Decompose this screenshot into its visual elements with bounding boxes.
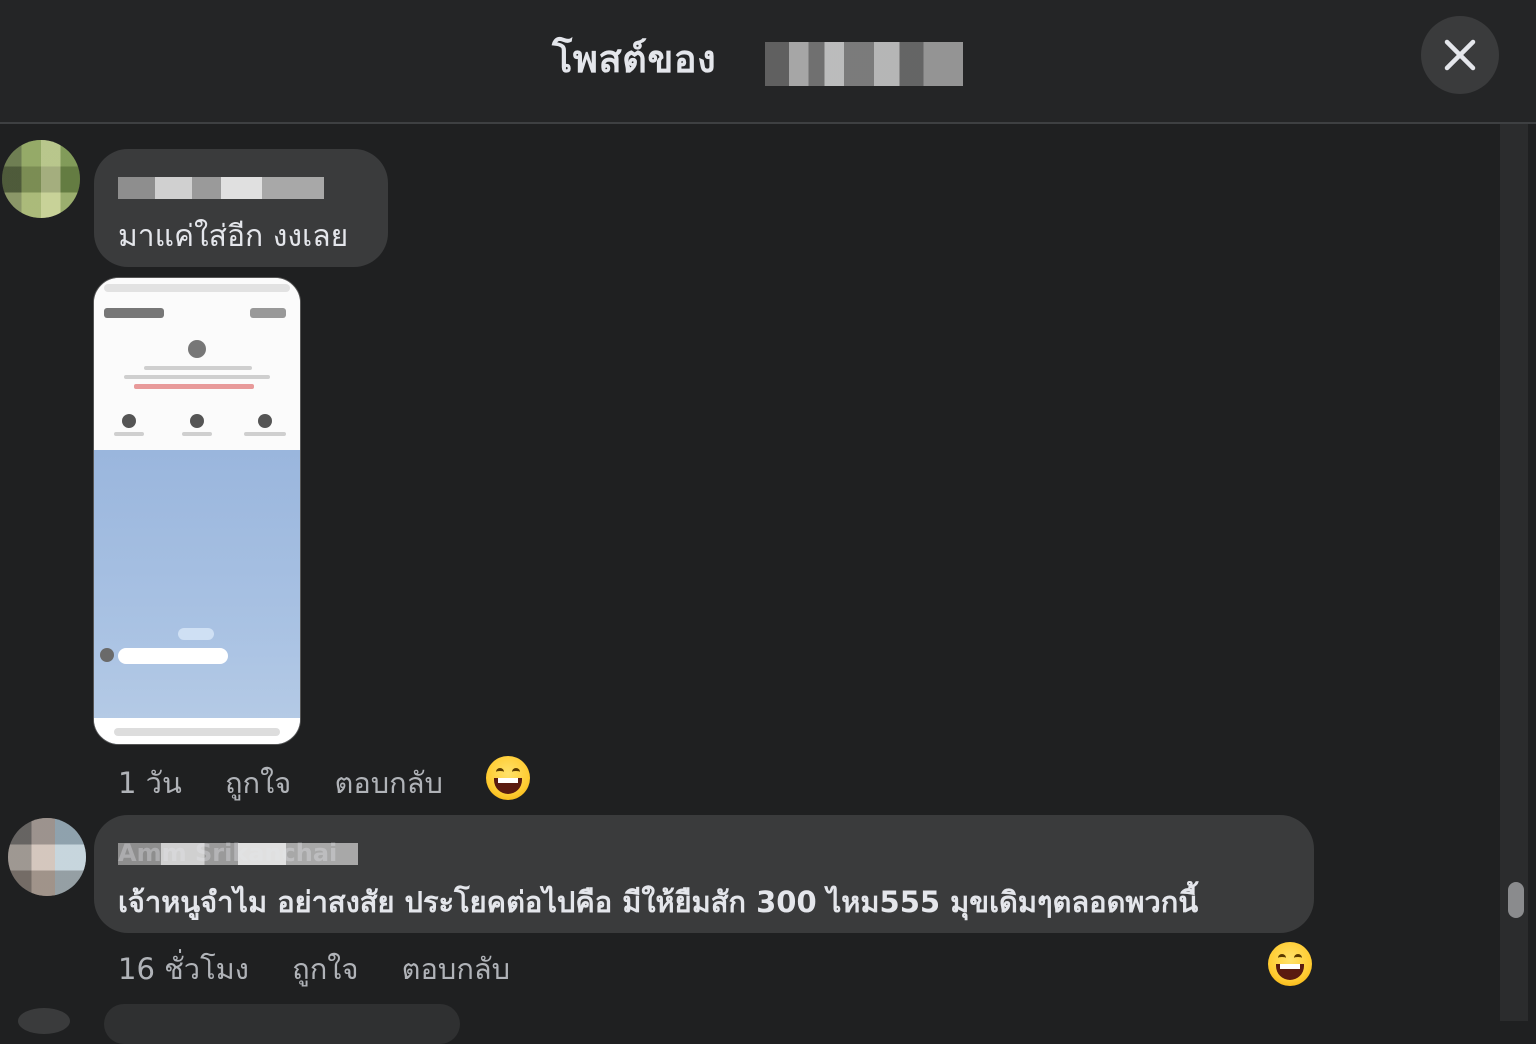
avatar[interactable] (18, 1008, 70, 1034)
close-icon (1444, 39, 1476, 71)
comment-bubble (104, 1004, 460, 1044)
like-button[interactable]: ถูกใจ (225, 766, 291, 800)
comment-time: 1 วัน (118, 766, 182, 800)
laughing-emoji-icon[interactable] (1268, 942, 1312, 986)
redacted-author-name[interactable] (118, 177, 324, 199)
scrollbar-thumb[interactable] (1508, 882, 1524, 918)
author-name[interactable]: Amm Srikanchai (118, 839, 337, 867)
comment-text: เจ้าหนูจำไม อย่าสงสัย ประโยคต่อไปคือ มีใ… (118, 885, 1199, 919)
screenshot-chat-area (94, 450, 300, 744)
comment-image-attachment[interactable] (93, 277, 301, 745)
avatar[interactable] (8, 818, 86, 896)
comment-text: มาแค่ใส่อีก งงเลย (118, 219, 349, 254)
comment-actions: 16 ชั่วโมง ถูกใจ ตอบกลับ (118, 946, 544, 992)
avatar[interactable] (2, 140, 80, 218)
comment-bubble: มาแค่ใส่อีก งงเลย (94, 149, 388, 267)
redacted-name (765, 42, 963, 86)
like-button[interactable]: ถูกใจ (292, 952, 358, 986)
comment-time: 16 ชั่วโมง (118, 952, 249, 986)
comment-bubble: Amm Srikanchai เจ้าหนูจำไม อย่าสงสัย ประ… (94, 815, 1314, 933)
close-button[interactable] (1421, 16, 1499, 94)
reply-button[interactable]: ตอบกลับ (335, 766, 443, 800)
post-title: โพสต์ของ (552, 37, 717, 81)
modal-header: โพสต์ของ (0, 0, 1536, 124)
laughing-emoji-icon[interactable] (486, 756, 530, 800)
screenshot-top (94, 278, 300, 450)
comment-actions: 1 วัน ถูกใจ ตอบกลับ (118, 760, 477, 806)
reply-button[interactable]: ตอบกลับ (402, 952, 510, 986)
